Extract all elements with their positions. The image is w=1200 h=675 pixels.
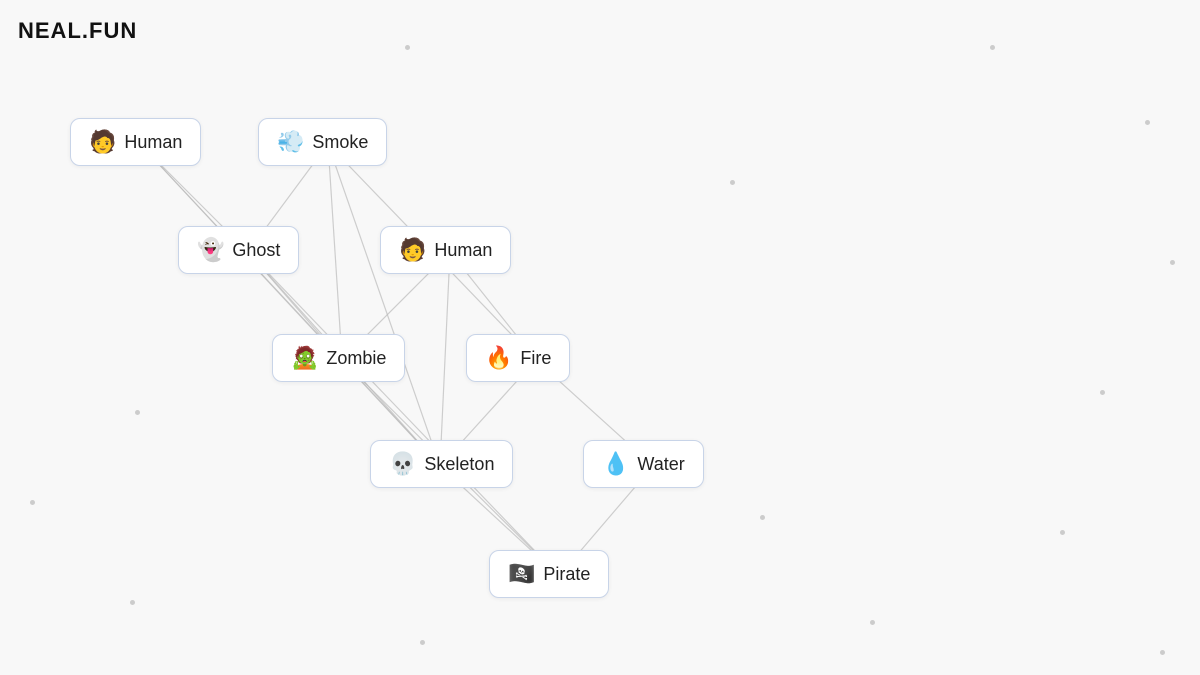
decorative-dot — [1060, 530, 1065, 535]
card-zombie[interactable]: 🧟 Zombie — [272, 334, 405, 382]
decorative-dot — [1160, 650, 1165, 655]
decorative-dot — [760, 515, 765, 520]
card-human1[interactable]: 🧑 Human — [70, 118, 201, 166]
decorative-dot — [730, 180, 735, 185]
emoji-human2: 🧑 — [399, 237, 426, 263]
decorative-dot — [135, 410, 140, 415]
emoji-zombie: 🧟 — [291, 345, 318, 371]
card-ghost[interactable]: 👻 Ghost — [178, 226, 299, 274]
card-human2[interactable]: 🧑 Human — [380, 226, 511, 274]
emoji-pirate: 🏴‍☠️ — [508, 561, 535, 587]
label-skeleton: Skeleton — [424, 454, 494, 475]
decorative-dot — [1170, 260, 1175, 265]
label-smoke: Smoke — [312, 132, 368, 153]
decorative-dot — [130, 600, 135, 605]
emoji-water: 💧 — [602, 451, 629, 477]
decorative-dot — [420, 640, 425, 645]
emoji-fire: 🔥 — [485, 345, 512, 371]
logo: NEAL.FUN — [18, 18, 137, 44]
label-pirate: Pirate — [543, 564, 590, 585]
label-ghost: Ghost — [232, 240, 280, 261]
card-fire[interactable]: 🔥 Fire — [466, 334, 570, 382]
card-pirate[interactable]: 🏴‍☠️ Pirate — [489, 550, 609, 598]
decorative-dot — [870, 620, 875, 625]
decorative-dot — [30, 500, 35, 505]
emoji-human1: 🧑 — [89, 129, 116, 155]
decorative-dot — [990, 45, 995, 50]
label-fire: Fire — [520, 348, 551, 369]
label-human1: Human — [124, 132, 182, 153]
emoji-ghost: 👻 — [197, 237, 224, 263]
decorative-dot — [1100, 390, 1105, 395]
label-water: Water — [637, 454, 684, 475]
card-smoke[interactable]: 💨 Smoke — [258, 118, 387, 166]
label-human2: Human — [434, 240, 492, 261]
decorative-dot — [405, 45, 410, 50]
card-skeleton[interactable]: 💀 Skeleton — [370, 440, 513, 488]
label-zombie: Zombie — [326, 348, 386, 369]
decorative-dot — [1145, 120, 1150, 125]
emoji-skeleton: 💀 — [389, 451, 416, 477]
emoji-smoke: 💨 — [277, 129, 304, 155]
card-water[interactable]: 💧 Water — [583, 440, 704, 488]
